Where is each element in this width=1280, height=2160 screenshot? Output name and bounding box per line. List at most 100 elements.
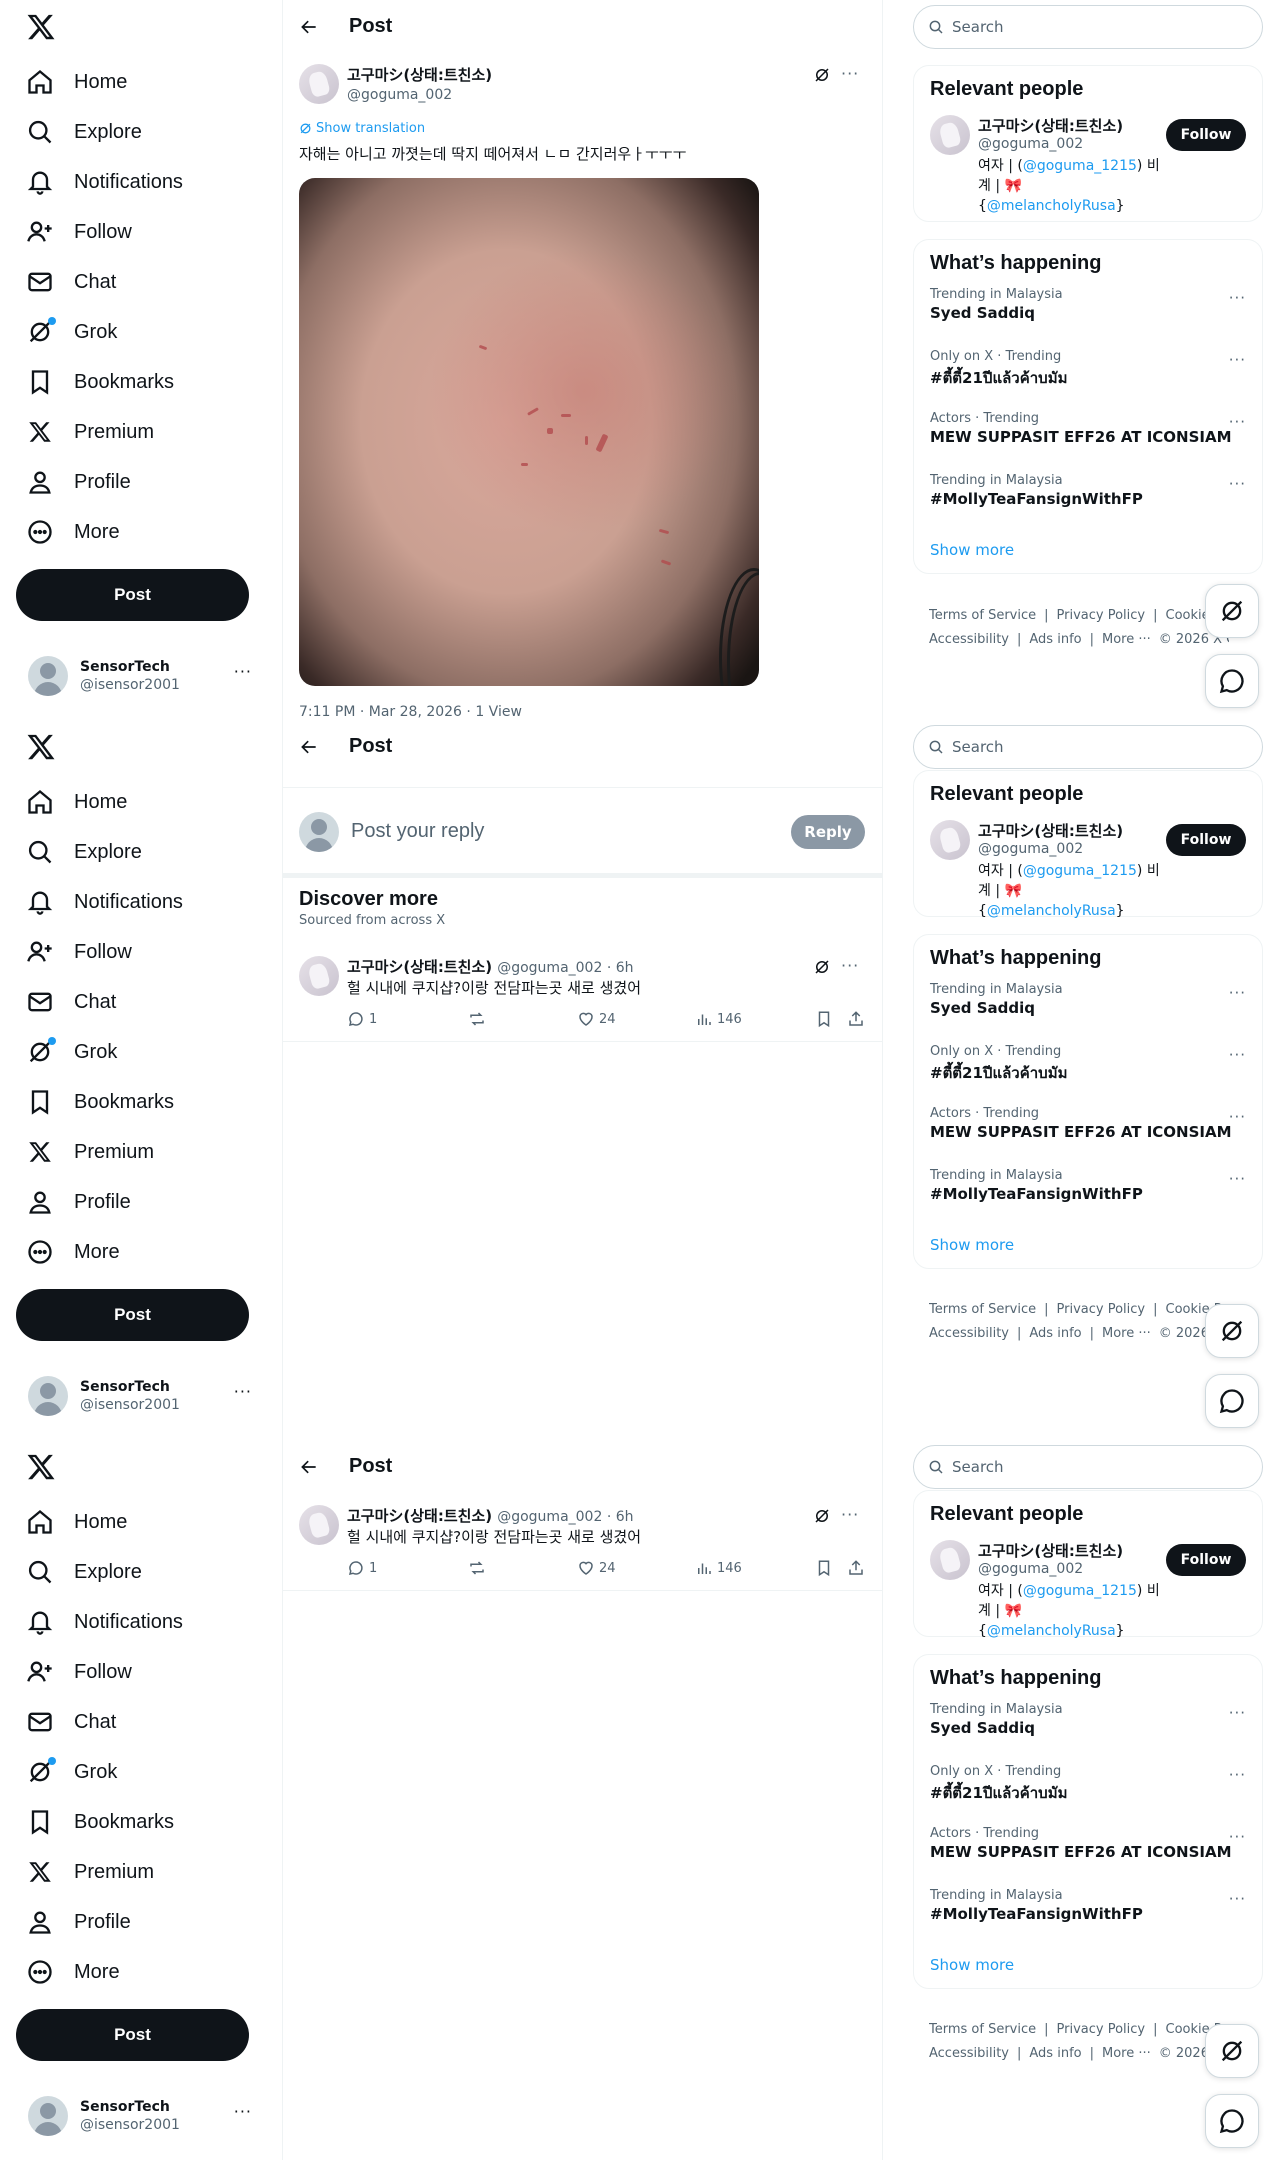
person-handle[interactable]: @goguma_002 bbox=[978, 136, 1168, 152]
footer-link[interactable]: Ads info bbox=[1029, 1326, 1081, 1341]
trend-item[interactable]: Trending in Malaysia #MollyTeaFansignWith… bbox=[930, 1876, 1246, 1938]
author-display-name[interactable]: 고구마シ(상태:트친소) bbox=[347, 64, 492, 85]
bio-link[interactable]: @goguma_1215 bbox=[1023, 863, 1137, 879]
share-action[interactable] bbox=[847, 1559, 865, 1577]
repost-action[interactable] bbox=[468, 1559, 577, 1577]
nav-home[interactable]: Home bbox=[16, 57, 256, 107]
nav-profile[interactable]: Profile bbox=[16, 457, 256, 507]
avatar[interactable] bbox=[930, 115, 970, 155]
more-icon[interactable]: ··· bbox=[234, 1382, 252, 1401]
chat-float-button[interactable] bbox=[1205, 1374, 1259, 1428]
avatar[interactable] bbox=[930, 1540, 970, 1580]
nav-grok[interactable]: Grok bbox=[16, 1747, 256, 1797]
author-display-name[interactable]: 고구마シ(상태:트친소) bbox=[347, 958, 492, 976]
relevant-person[interactable]: 고구마シ(상태:트친소) @goguma_002 여자 | (@goguma_1… bbox=[930, 820, 1246, 921]
person-display-name[interactable]: 고구마シ(상태:트친소) bbox=[978, 115, 1168, 136]
follow-button[interactable]: Follow bbox=[1166, 1544, 1246, 1576]
trend-item[interactable]: Trending in Malaysia Syed Saddiq ··· bbox=[930, 970, 1246, 1032]
footer-link[interactable]: Accessibility bbox=[929, 2046, 1009, 2061]
nav-bookmarks[interactable]: Bookmarks bbox=[16, 1077, 256, 1127]
nav-notifications[interactable]: Notifications bbox=[16, 1597, 256, 1647]
bio-link[interactable]: @melancholyRusa bbox=[987, 198, 1116, 214]
nav-follow[interactable]: Follow bbox=[16, 927, 256, 977]
search-input[interactable]: Search bbox=[913, 1445, 1263, 1489]
footer-link[interactable]: Privacy Policy bbox=[1057, 2022, 1146, 2037]
like-action[interactable]: 24 bbox=[577, 1010, 695, 1028]
footer-link[interactable]: More ··· bbox=[1102, 632, 1151, 647]
person-handle[interactable]: @goguma_002 bbox=[978, 1561, 1168, 1577]
post-button[interactable]: Post bbox=[16, 2009, 249, 2061]
nav-explore[interactable]: Explore bbox=[16, 1547, 256, 1597]
nav-premium[interactable]: Premium bbox=[16, 1127, 256, 1177]
nav-follow[interactable]: Follow bbox=[16, 1647, 256, 1697]
more-icon[interactable]: ··· bbox=[1229, 413, 1246, 431]
bookmark-action[interactable] bbox=[815, 1559, 847, 1577]
reply-input[interactable]: Post your reply bbox=[351, 820, 791, 843]
grok-icon[interactable] bbox=[813, 958, 831, 976]
nav-grok[interactable]: Grok bbox=[16, 1027, 256, 1077]
bookmark-action[interactable] bbox=[815, 1010, 847, 1028]
account-switcher[interactable]: SensorTech @isensor2001 ··· bbox=[16, 2088, 266, 2144]
author-handle-time[interactable]: @goguma_002 · 6h bbox=[497, 960, 633, 976]
more-icon[interactable]: ··· bbox=[1229, 1704, 1246, 1722]
nav-more[interactable]: More bbox=[16, 507, 256, 557]
footer-link[interactable]: Terms of Service bbox=[929, 608, 1036, 623]
nav-profile[interactable]: Profile bbox=[16, 1897, 256, 1947]
relevant-person[interactable]: 고구마シ(상태:트친소) @goguma_002 여자 | (@goguma_1… bbox=[930, 1540, 1246, 1641]
show-more-link[interactable]: Show more bbox=[930, 541, 1246, 559]
nav-chat[interactable]: Chat bbox=[16, 257, 256, 307]
chat-float-button[interactable] bbox=[1205, 654, 1259, 708]
more-icon[interactable]: ··· bbox=[1229, 1828, 1246, 1846]
nav-chat[interactable]: Chat bbox=[16, 1697, 256, 1747]
search-input[interactable]: Search bbox=[913, 5, 1263, 49]
footer-link[interactable]: Accessibility bbox=[929, 1326, 1009, 1341]
person-handle[interactable]: @goguma_002 bbox=[978, 841, 1168, 857]
more-icon[interactable]: ··· bbox=[234, 662, 252, 681]
more-icon[interactable]: ··· bbox=[1229, 1766, 1246, 1784]
more-icon[interactable]: ··· bbox=[1229, 351, 1246, 369]
trend-item[interactable]: Trending in Malaysia Syed Saddiq ··· bbox=[930, 1690, 1246, 1752]
show-more-link[interactable]: Show more bbox=[930, 1236, 1246, 1254]
nav-bookmarks[interactable]: Bookmarks bbox=[16, 357, 256, 407]
more-icon[interactable]: ··· bbox=[1229, 984, 1246, 1002]
tweet-image[interactable] bbox=[299, 178, 759, 686]
trend-item[interactable]: Trending in Malaysia #MollyTeaFansignWith… bbox=[930, 1156, 1246, 1218]
more-icon[interactable]: ··· bbox=[234, 2102, 252, 2121]
nav-explore[interactable]: Explore bbox=[16, 827, 256, 877]
grok-float-button[interactable] bbox=[1205, 2024, 1259, 2078]
trend-item[interactable]: Only on X · Trending #ตี้ตี้21ปีแล้วค้าบม… bbox=[930, 1032, 1246, 1094]
relevant-person[interactable]: 고구마シ(상태:트친소) @goguma_002 여자 | (@goguma_1… bbox=[930, 115, 1246, 216]
bio-link[interactable]: @melancholyRusa bbox=[987, 1623, 1116, 1639]
more-icon[interactable]: ··· bbox=[1229, 1046, 1246, 1064]
nav-more[interactable]: More bbox=[16, 1947, 256, 1997]
views-action[interactable]: 146 bbox=[695, 1010, 815, 1028]
repost-action[interactable] bbox=[468, 1010, 577, 1028]
x-logo-icon[interactable] bbox=[26, 1452, 56, 1482]
views-action[interactable]: 146 bbox=[695, 1559, 815, 1577]
nav-notifications[interactable]: Notifications bbox=[16, 157, 256, 207]
follow-button[interactable]: Follow bbox=[1166, 824, 1246, 856]
bio-link[interactable]: @goguma_1215 bbox=[1023, 1583, 1137, 1599]
x-logo-icon[interactable] bbox=[26, 732, 56, 762]
author-display-name[interactable]: 고구마シ(상태:트친소) bbox=[347, 1507, 492, 1525]
avatar[interactable] bbox=[930, 820, 970, 860]
bio-link[interactable]: @goguma_1215 bbox=[1023, 158, 1137, 174]
footer-link[interactable]: More ··· bbox=[1102, 2046, 1151, 2061]
author-handle-time[interactable]: @goguma_002 · 6h bbox=[497, 1509, 633, 1525]
nav-profile[interactable]: Profile bbox=[16, 1177, 256, 1227]
show-more-link[interactable]: Show more bbox=[930, 1956, 1246, 1974]
author-handle[interactable]: @goguma_002 bbox=[347, 87, 492, 103]
chat-float-button[interactable] bbox=[1205, 2094, 1259, 2148]
nav-home[interactable]: Home bbox=[16, 1497, 256, 1547]
nav-notifications[interactable]: Notifications bbox=[16, 877, 256, 927]
more-icon[interactable]: ··· bbox=[1229, 1108, 1246, 1126]
footer-link[interactable]: Ads info bbox=[1029, 632, 1081, 647]
bio-link[interactable]: @melancholyRusa bbox=[987, 903, 1116, 919]
grok-icon[interactable] bbox=[813, 66, 831, 84]
more-icon[interactable]: ··· bbox=[1229, 289, 1246, 307]
trend-item[interactable]: Actors · Trending MEW SUPPASIT EFF26 AT I… bbox=[930, 399, 1246, 461]
person-display-name[interactable]: 고구마シ(상태:트친소) bbox=[978, 820, 1168, 841]
avatar[interactable] bbox=[299, 1505, 339, 1545]
x-logo-icon[interactable] bbox=[26, 12, 56, 42]
post-button[interactable]: Post bbox=[16, 1289, 249, 1341]
